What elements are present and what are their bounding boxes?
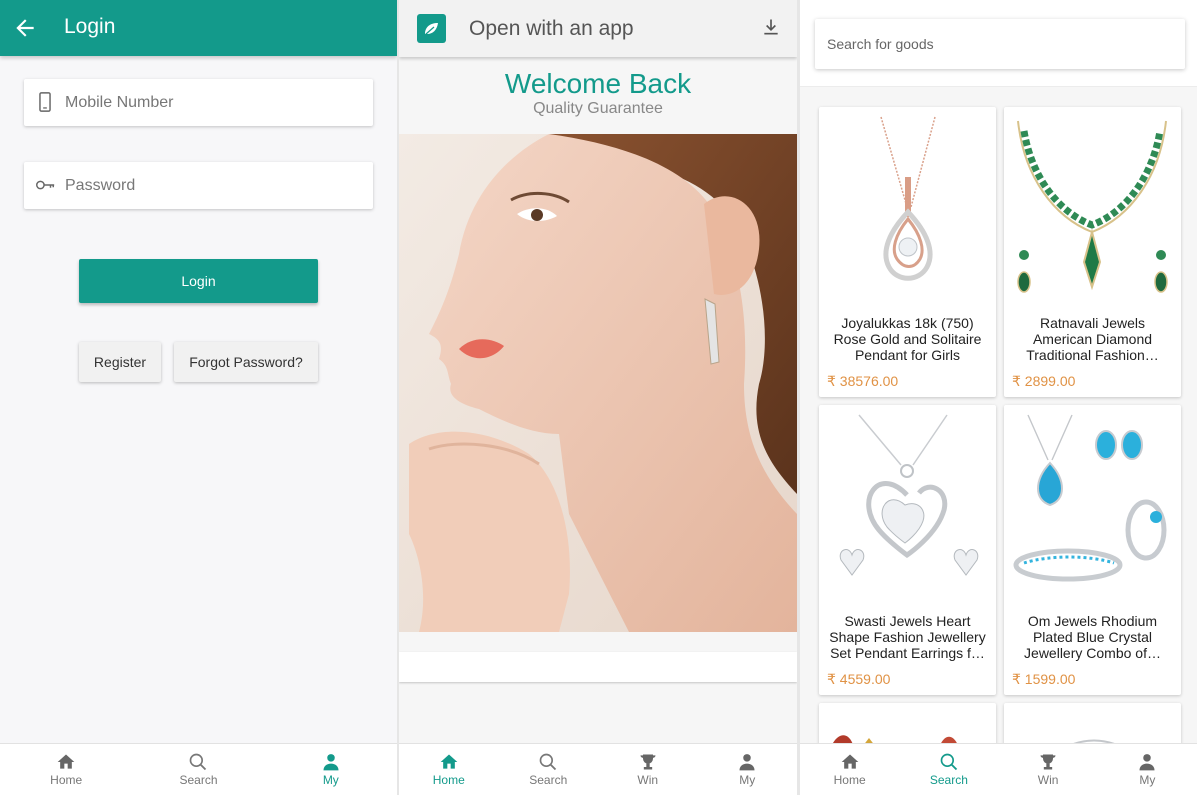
back-arrow-icon[interactable]	[12, 14, 38, 42]
home-icon	[841, 754, 858, 769]
nav-label: My	[322, 773, 339, 787]
product-image-heart-pendant-set	[839, 414, 979, 576]
register-button[interactable]: Register	[79, 342, 161, 382]
nav-label: Search	[529, 773, 568, 787]
person-icon	[323, 754, 339, 771]
leaf-icon	[425, 23, 438, 35]
product-price: ₹ 4559.00	[827, 671, 891, 687]
search-icon	[539, 753, 557, 771]
trophy-icon	[1040, 754, 1056, 770]
home-icon	[440, 754, 458, 769]
product-name: Joyalukkas 18k (750) Rose Gold and Solit…	[833, 315, 982, 363]
nav-my[interactable]: My	[265, 744, 397, 795]
product-grid: Joyalukkas 18k (750) Rose Gold and Solit…	[800, 87, 1197, 743]
product-card[interactable]	[1004, 703, 1181, 743]
bottom-navigation: Home Search Win My	[399, 743, 797, 795]
nav-label: My	[1139, 773, 1156, 787]
nav-label: Win	[1037, 773, 1059, 787]
mobile-number-field[interactable]	[24, 79, 373, 126]
download-icon[interactable]	[761, 16, 781, 38]
search-icon	[190, 753, 207, 771]
welcome-screen: Open with an app Welcome Back Quality Gu…	[399, 0, 797, 795]
product-name: Swasti Jewels Heart Shape Fashion Jewell…	[829, 613, 986, 661]
person-icon	[739, 754, 755, 771]
nav-my[interactable]: My	[698, 744, 798, 795]
search-icon	[940, 753, 958, 771]
product-image-green-necklace-set	[1017, 120, 1168, 293]
bottom-navigation: Home Search My	[0, 743, 397, 795]
nav-my[interactable]: My	[1098, 744, 1197, 795]
product-card[interactable]: Ratnavali Jewels American Diamond Tradit…	[1004, 107, 1181, 397]
products-screen: Joyalukkas 18k (750) Rose Gold and Solit…	[800, 0, 1197, 795]
nav-label: Search	[179, 773, 218, 787]
nav-label: Home	[50, 773, 83, 787]
search-box[interactable]	[815, 19, 1185, 69]
product-card[interactable]: Joyalukkas 18k (750) Rose Gold and Solit…	[819, 107, 996, 397]
product-card[interactable]: Om Jewels Rhodium Plated Blue Crystal Je…	[1004, 405, 1181, 695]
nav-label: My	[739, 773, 756, 787]
nav-label: Home	[432, 773, 465, 787]
product-image-kundan-earrings	[833, 735, 957, 743]
bottom-navigation: Home Search Win My	[800, 743, 1197, 795]
phone-icon	[39, 92, 51, 112]
login-top-bar: Login	[0, 0, 397, 56]
home-icon	[57, 754, 75, 769]
model-wearing-earring-image	[399, 134, 797, 632]
nav-search[interactable]: Search	[499, 744, 599, 795]
product-name: Ratnavali Jewels American Diamond Tradit…	[1026, 315, 1159, 363]
mobile-number-input[interactable]	[65, 79, 365, 126]
nav-win[interactable]: Win	[999, 744, 1098, 795]
nav-search[interactable]: Search	[899, 744, 998, 795]
nav-label: Home	[833, 773, 866, 787]
product-price: ₹ 2899.00	[1012, 373, 1076, 389]
app-logo	[417, 14, 446, 43]
nav-search[interactable]: Search	[132, 744, 264, 795]
nav-win[interactable]: Win	[598, 744, 698, 795]
product-price: ₹ 1599.00	[1012, 671, 1076, 687]
product-image-silver-bracelet	[1073, 739, 1115, 743]
nav-home[interactable]: Home	[0, 744, 132, 795]
nav-label: Search	[929, 773, 968, 787]
password-input[interactable]	[65, 162, 365, 209]
key-icon	[36, 180, 55, 190]
hero-banner-image[interactable]	[399, 134, 797, 632]
nav-label: Win	[637, 773, 659, 787]
content-strip	[399, 652, 797, 682]
product-card[interactable]: Swasti Jewels Heart Shape Fashion Jewell…	[819, 405, 996, 695]
product-image-blue-crystal-combo	[1013, 414, 1167, 582]
nav-home[interactable]: Home	[399, 744, 499, 795]
welcome-subtitle: Quality Guarantee	[533, 100, 663, 117]
search-header	[800, 0, 1197, 87]
person-icon	[1139, 754, 1155, 771]
forgot-password-button[interactable]: Forgot Password?	[174, 342, 318, 382]
password-field[interactable]	[24, 162, 373, 209]
trophy-icon	[640, 754, 656, 770]
product-name: Om Jewels Rhodium Plated Blue Crystal Je…	[1024, 613, 1161, 661]
page-title: Login	[64, 15, 116, 38]
welcome-title: Welcome Back	[504, 68, 692, 99]
login-screen: Login Login Register Forgot Password? Ho…	[0, 0, 397, 795]
login-button[interactable]: Login	[79, 259, 318, 303]
product-image-rose-gold-pendant	[880, 116, 936, 281]
product-price: ₹ 38576.00	[827, 373, 899, 389]
open-with-app-text: Open with an app	[469, 17, 634, 40]
product-card[interactable]	[819, 703, 996, 743]
search-input[interactable]	[827, 19, 1173, 69]
open-in-app-banner[interactable]: Open with an app	[399, 0, 797, 57]
nav-home[interactable]: Home	[800, 744, 899, 795]
